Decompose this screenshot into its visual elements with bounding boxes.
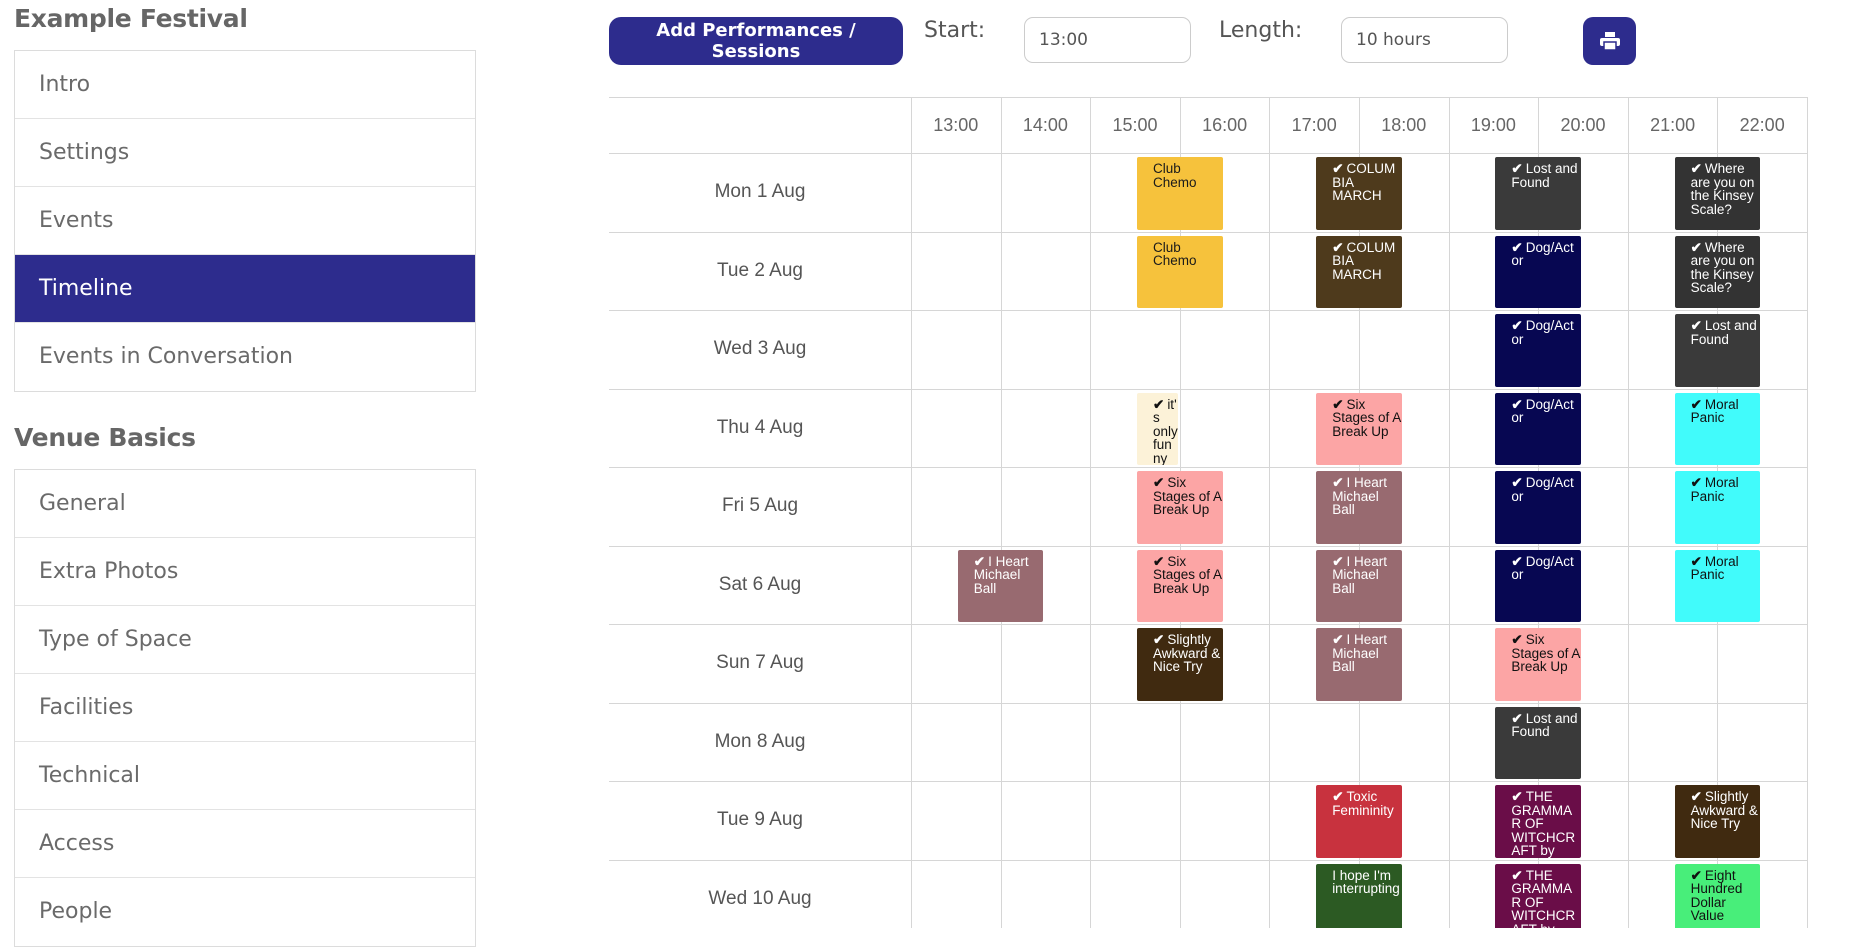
festival-nav: Intro Settings Events Timeline Events in… <box>14 50 476 392</box>
start-label: Start: <box>924 18 986 43</box>
day-label: Thu 4 Aug <box>716 416 804 438</box>
day-label: Sat 6 Aug <box>718 573 802 595</box>
sidebar-item-timeline[interactable]: Timeline <box>15 255 475 323</box>
grid-col-line <box>1448 97 1450 928</box>
hour-label: 22:00 <box>1739 115 1785 135</box>
performance-block[interactable]: ✔ I Heart Michael Ball <box>1316 549 1402 622</box>
hour-label: 14:00 <box>1022 115 1068 135</box>
timeline-grid: 13:00 14:00 15:00 16:00 17:00 18:00 19:00 20:00… <box>609 97 1856 928</box>
sidebar-item-access[interactable]: Access <box>15 810 475 878</box>
performance-block[interactable]: Club Chemo <box>1137 235 1223 308</box>
sidebar-item-type-of-space[interactable]: Type of Space <box>15 606 475 674</box>
print-icon <box>1599 32 1620 51</box>
performance-block[interactable]: ✔ Dog/Actor <box>1495 392 1581 465</box>
grid-col-line <box>1807 97 1808 928</box>
performance-block[interactable]: ✔ Moral Panic <box>1674 392 1761 465</box>
performance-block[interactable]: ✔ Dog/Actor <box>1495 314 1581 387</box>
print-button[interactable] <box>1583 17 1636 65</box>
hour-label: 20:00 <box>1560 115 1606 135</box>
hour-label: 16:00 <box>1202 115 1248 135</box>
day-label: Wed 10 Aug <box>708 887 812 909</box>
day-label: Tue 9 Aug <box>717 809 803 831</box>
hour-label: 15:00 <box>1112 115 1158 135</box>
performance-block[interactable]: ✔ I Heart Michael Ball <box>1316 471 1402 544</box>
sidebar-item-facilities[interactable]: Facilities <box>15 674 475 742</box>
venue-section-title: Venue Basics <box>14 423 196 452</box>
performance-block[interactable]: ✔ Eight Hundred Dollar Value <box>1674 863 1761 928</box>
performance-block[interactable]: Club Chemo <box>1137 157 1223 230</box>
performance-block[interactable]: ✔THE GRAMMAR OF WITCHCRAFT by David <box>1495 863 1581 928</box>
performance-block[interactable]: ✔ I Heart Michael Ball <box>1316 628 1402 701</box>
day-label: Tue 2 Aug <box>717 259 803 281</box>
performance-block[interactable]: ✔ Slightly Awkward & Nice Try <box>1674 785 1761 858</box>
sidebar-item-intro[interactable]: Intro <box>15 51 475 119</box>
performance-title: Club Chemo <box>1153 161 1197 190</box>
performance-block[interactable]: ✔ Lost and Found <box>1495 157 1581 230</box>
hour-label: 13:00 <box>933 115 979 135</box>
sidebar-item-settings[interactable]: Settings <box>15 119 475 187</box>
performance-block[interactable]: ✔ Six Stages of A Break Up <box>1137 471 1223 544</box>
day-label: Wed 3 Aug <box>713 338 807 360</box>
add-performances-button[interactable]: Add Performances / Sessions <box>609 17 903 65</box>
sidebar-item-general[interactable]: General <box>15 470 475 538</box>
sidebar-item-technical[interactable]: Technical <box>15 742 475 810</box>
performance-block[interactable]: ✔ Lost and Found <box>1674 314 1761 387</box>
performance-block[interactable]: ✔ COLUMBIA MARCH <box>1316 157 1402 230</box>
performance-block[interactable]: I hope I'm interrupting <box>1316 863 1402 928</box>
sidebar-item-extra-photos[interactable]: Extra Photos <box>15 538 475 606</box>
performance-title: Club Chemo <box>1153 239 1197 268</box>
performance-block[interactable]: ✔ Moral Panic <box>1674 549 1761 622</box>
performance-block[interactable]: ✔ Six Stages of A Break Up <box>1495 628 1581 701</box>
hour-label: 19:00 <box>1470 115 1516 135</box>
grid-col-line <box>1000 97 1002 928</box>
performance-block[interactable]: ✔ Lost and Found <box>1495 706 1581 779</box>
hour-label: 21:00 <box>1650 115 1696 135</box>
performance-block[interactable]: ✔ Dog/Actor <box>1495 549 1581 622</box>
performance-block[interactable]: ✔ Where are you on the Kinsey Scale? <box>1674 235 1761 308</box>
sidebar-item-people[interactable]: People <box>15 878 475 946</box>
performance-block[interactable]: ✔ Where are you on the Kinsey Scale? <box>1674 157 1761 230</box>
performance-block[interactable]: ✔ Moral Panic <box>1674 471 1761 544</box>
performance-block[interactable]: ✔ I Heart Michael Ball <box>957 549 1044 622</box>
hour-label: 18:00 <box>1381 115 1427 135</box>
sidebar-item-events-in-conversation[interactable]: Events in Conversation <box>15 323 475 391</box>
festival-section-title: Example Festival <box>14 4 248 33</box>
performance-block[interactable]: ✔ Slightly Awkward & Nice Try <box>1137 628 1223 701</box>
performance-block[interactable]: ✔ Six Stages of A Break Up <box>1316 392 1402 465</box>
day-label: Sun 7 Aug <box>716 652 804 674</box>
performance-block[interactable]: ✔ Six Stages of A Break Up <box>1137 549 1223 622</box>
day-label: Fri 5 Aug <box>721 495 799 517</box>
grid-col-line <box>1269 97 1271 928</box>
performance-block[interactable]: ✔it's only funny with <box>1137 392 1178 465</box>
hour-label: 17:00 <box>1291 115 1337 135</box>
performance-block[interactable]: ✔ COLUMBIA MARCH <box>1316 235 1402 308</box>
length-label: Length: <box>1219 18 1303 43</box>
grid-col-line <box>911 97 912 928</box>
performance-block[interactable]: ✔ Dog/Actor <box>1495 235 1581 308</box>
sidebar-item-events[interactable]: Events <box>15 187 475 255</box>
grid-col-line <box>1090 97 1092 928</box>
performance-block[interactable]: ✔THE GRAMMAR OF WITCHCRAFT by David <box>1495 785 1581 858</box>
venue-nav: General Extra Photos Type of Space Facil… <box>14 469 476 947</box>
day-label: Mon 1 Aug <box>714 181 806 203</box>
performance-title: I hope I'm interrupting <box>1332 867 1400 896</box>
start-time-input[interactable] <box>1024 17 1191 63</box>
length-input[interactable] <box>1341 17 1508 63</box>
performance-block[interactable]: ✔ Toxic Femininity <box>1316 785 1402 858</box>
day-label: Mon 8 Aug <box>714 730 806 752</box>
grid-col-line <box>1627 97 1629 928</box>
performance-block[interactable]: ✔ Dog/Actor <box>1495 471 1581 544</box>
